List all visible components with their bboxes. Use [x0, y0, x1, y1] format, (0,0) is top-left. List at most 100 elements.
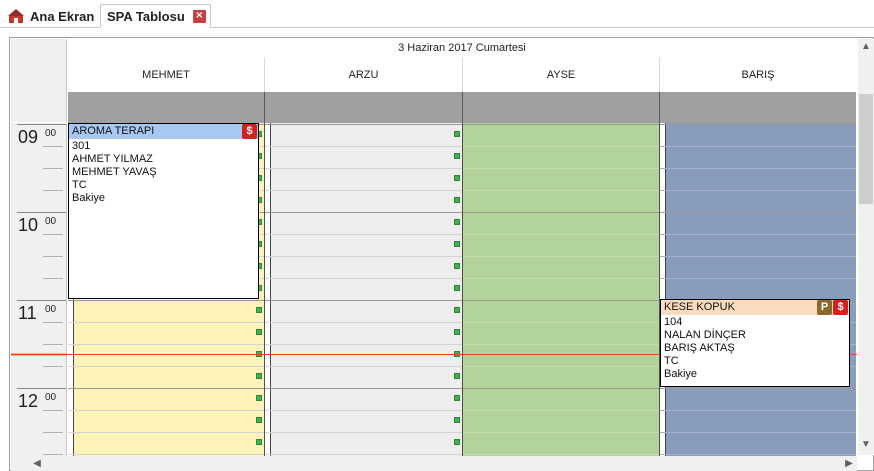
hour-line [17, 124, 66, 125]
slot-available-icon[interactable] [256, 439, 262, 445]
slot-line [463, 278, 659, 279]
slot-line [68, 388, 264, 389]
minor-tick [43, 146, 63, 147]
balance-label: Bakiye [72, 192, 106, 204]
all-day-divider [659, 92, 660, 123]
slot-available-icon[interactable] [256, 307, 262, 313]
slot-line [265, 366, 462, 367]
therapist-name: BARIŞ AKTAŞ [664, 342, 735, 354]
slot-available-icon[interactable] [454, 307, 460, 313]
slot-line [463, 300, 659, 301]
slot-line [265, 146, 462, 147]
slot-available-icon[interactable] [454, 219, 460, 225]
tab-ana-ekran[interactable]: Ana Ekran [4, 4, 100, 28]
scroll-left-icon[interactable]: ◀ [29, 458, 45, 469]
slot-line [68, 366, 264, 367]
payment-dollar-icon[interactable]: $ [833, 300, 848, 315]
slot-line [463, 322, 659, 323]
time-ruler: 09 00 10 00 11 00 12 00 [11, 123, 67, 456]
slot-available-icon[interactable] [256, 329, 262, 335]
column-strip [660, 123, 666, 456]
column-baris[interactable] [660, 123, 856, 456]
minute-label: 00 [45, 392, 57, 403]
slot-available-icon[interactable] [256, 373, 262, 379]
slot-available-icon[interactable] [454, 175, 460, 181]
slot-available-icon[interactable] [454, 197, 460, 203]
slot-line [265, 278, 462, 279]
slot-available-icon[interactable] [454, 263, 460, 269]
slot-line [265, 432, 462, 433]
slot-available-icon[interactable] [454, 395, 460, 401]
minute-label: 00 [45, 304, 57, 315]
slot-available-icon[interactable] [454, 131, 460, 137]
slot-available-icon[interactable] [454, 417, 460, 423]
slot-available-icon[interactable] [454, 241, 460, 247]
slot-line [265, 322, 462, 323]
hour-line [17, 212, 66, 213]
appointment-aroma-terapi[interactable]: AROMA TERAPI $ 301 AHMET YILMAZ MEHMET Y… [68, 123, 259, 299]
slot-available-icon[interactable] [454, 285, 460, 291]
slot-line [660, 256, 856, 257]
slot-line [463, 366, 659, 367]
staff-header-mehmet[interactable]: MEHMET [68, 58, 264, 92]
scroll-down-icon[interactable]: ▼ [858, 439, 874, 450]
slot-available-icon[interactable] [454, 329, 460, 335]
hour-line [17, 388, 66, 389]
appointment-title: KESE KOPUK P $ [661, 300, 849, 315]
hour-label: 09 [18, 127, 39, 147]
slot-line [463, 146, 659, 147]
staff-header-baris[interactable]: BARIŞ [660, 58, 856, 92]
column-strip [265, 123, 271, 456]
slot-line [660, 146, 856, 147]
slot-line [463, 432, 659, 433]
slot-line [660, 454, 856, 455]
horizontal-scrollbar[interactable]: ◀ ▶ [11, 456, 857, 471]
minor-tick [43, 256, 63, 257]
hour-label: 11 [18, 303, 37, 323]
minor-tick [43, 432, 63, 433]
hour-line [17, 300, 66, 301]
tab-spa-tablosu[interactable]: SPA Tablosu × [100, 4, 211, 28]
app-window: Ana Ekran SPA Tablosu × 3 Haziran 2017 C… [0, 0, 874, 471]
slot-line [463, 388, 659, 389]
scroll-right-icon[interactable]: ▶ [841, 458, 857, 469]
slot-line [265, 410, 462, 411]
appointment-details: 104 NALAN DİNÇER BARIŞ AKTAŞ TC Bakiye [661, 315, 849, 381]
minor-tick [43, 454, 63, 455]
vertical-scrollbar[interactable]: ▲ ▼ [858, 39, 874, 455]
slot-line [68, 432, 264, 433]
scheduler: 3 Haziran 2017 Cumartesi MEHMET ARZU AYS… [9, 37, 874, 471]
slot-line [660, 388, 856, 389]
column-arzu[interactable] [265, 123, 462, 456]
slot-available-icon[interactable] [454, 439, 460, 445]
home-icon [8, 8, 24, 24]
close-icon[interactable]: × [192, 9, 206, 23]
therapist-name: MEHMET YAVAŞ [72, 166, 157, 178]
slot-line [463, 454, 659, 455]
column-ayse[interactable] [463, 123, 659, 456]
parking-p-icon[interactable]: P [817, 300, 832, 315]
staff-header-ayse[interactable]: AYSE [463, 58, 659, 92]
slot-line [660, 212, 856, 213]
customer-name: NALAN DİNÇER [664, 329, 746, 341]
slot-line [265, 190, 462, 191]
vertical-scroll-thumb[interactable] [859, 94, 873, 204]
slot-line [68, 454, 264, 455]
slot-available-icon[interactable] [454, 373, 460, 379]
minor-tick [43, 410, 63, 411]
tab-label: SPA Tablosu [107, 8, 185, 24]
slot-available-icon[interactable] [454, 153, 460, 159]
slot-line [660, 432, 856, 433]
scroll-up-icon[interactable]: ▲ [858, 41, 874, 52]
minute-label: 00 [45, 128, 57, 139]
slot-line [265, 388, 462, 389]
slot-line [68, 300, 264, 301]
appointment-kese-kopuk[interactable]: KESE KOPUK P $ 104 NALAN DİNÇER BARIŞ AK… [660, 299, 850, 387]
staff-header-arzu[interactable]: ARZU [265, 58, 462, 92]
slot-line [265, 124, 462, 125]
slot-line [265, 344, 462, 345]
slot-available-icon[interactable] [256, 395, 262, 401]
payment-dollar-icon[interactable]: $ [242, 124, 257, 139]
slot-available-icon[interactable] [256, 417, 262, 423]
id-type: TC [72, 179, 87, 191]
